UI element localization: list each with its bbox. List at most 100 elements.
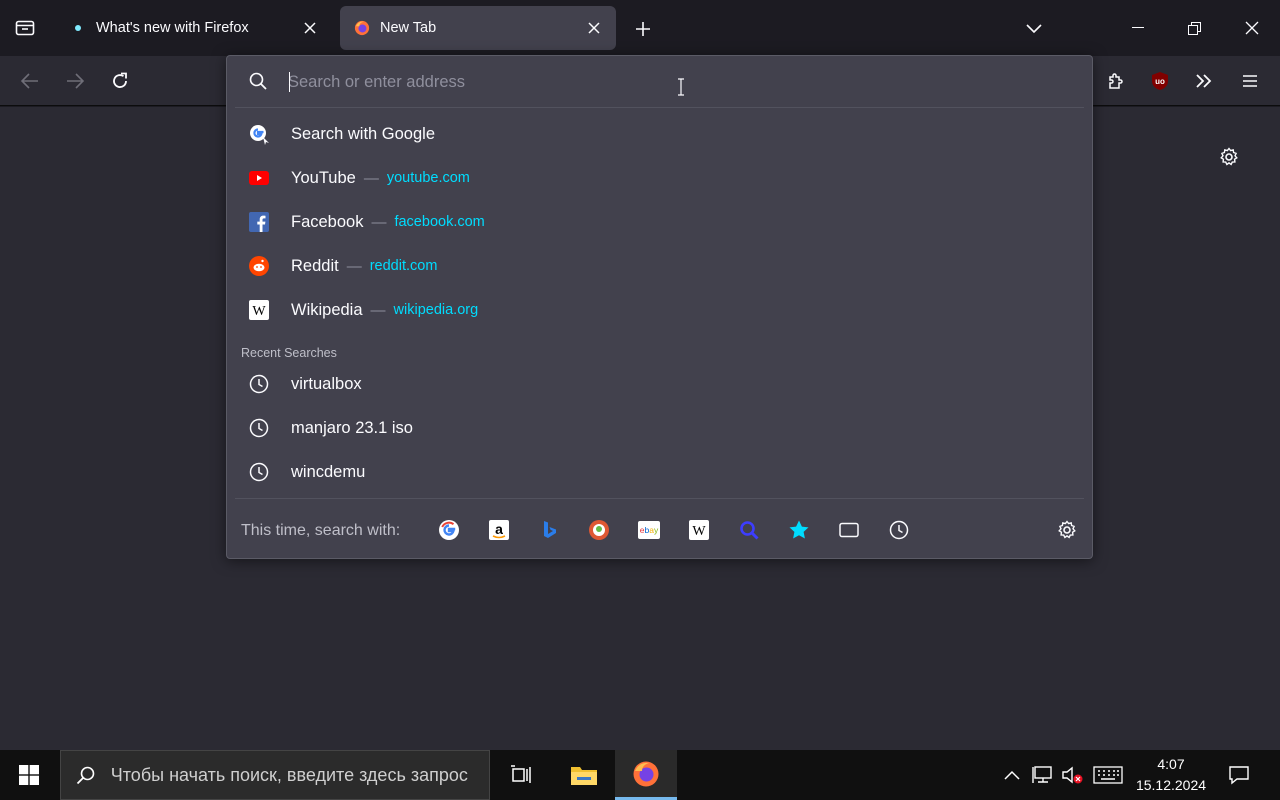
personalize-new-tab-button[interactable] <box>1215 143 1243 171</box>
reddit-icon <box>248 255 270 277</box>
youtube-icon <box>248 167 270 189</box>
tab-title: What's new with Firefox <box>96 20 249 36</box>
close-tab-icon[interactable] <box>580 14 608 42</box>
recent-searches-label: Recent Searches <box>241 346 337 360</box>
text-caret <box>289 72 290 92</box>
overflow-menu-button[interactable] <box>1188 65 1220 97</box>
suggestion-url: facebook.com <box>394 214 485 230</box>
tab-whats-new[interactable]: What's new with Firefox <box>56 6 332 50</box>
dot-icon <box>70 20 86 36</box>
tab-title: New Tab <box>380 20 437 36</box>
suggestion-title: YouTube <box>291 168 356 187</box>
back-button[interactable] <box>14 65 46 97</box>
plus-icon <box>636 22 650 36</box>
system-clock[interactable]: 4:07 15.12.2024 <box>1130 754 1212 798</box>
recent-search-text: virtualbox <box>291 374 362 393</box>
windows-logo-icon <box>19 765 39 785</box>
chevron-down-icon <box>1026 24 1042 34</box>
firefox-view-button[interactable] <box>8 12 42 44</box>
wikipedia-engine-icon[interactable]: W <box>686 517 712 543</box>
urlbar-popup: Search with Google YouTube — youtube.com… <box>226 55 1093 559</box>
bing-engine-icon[interactable] <box>536 517 562 543</box>
file-explorer-button[interactable] <box>553 750 615 800</box>
volume-button[interactable] <box>1060 762 1086 788</box>
suggestion-facebook[interactable]: Facebook — facebook.com <box>235 202 1084 242</box>
recent-search-row[interactable]: wincdemu <box>235 452 1084 492</box>
ublock-icon: uo <box>1152 72 1168 90</box>
network-button[interactable] <box>1030 762 1056 788</box>
firefox-icon <box>633 761 659 786</box>
history-icon[interactable] <box>886 517 912 543</box>
svg-text:uo: uo <box>1155 77 1165 86</box>
suggestion-url: reddit.com <box>369 258 438 274</box>
tab-new-tab[interactable]: New Tab <box>340 6 616 50</box>
firefox-taskbar-button[interactable] <box>615 750 677 800</box>
forward-arrow-icon <box>67 73 84 89</box>
svg-text:a: a <box>495 521 503 537</box>
separator-dash: — <box>371 213 387 231</box>
bookmarks-star-icon[interactable] <box>786 517 812 543</box>
network-icon <box>1032 766 1052 783</box>
minimize-button[interactable] <box>1109 0 1166 56</box>
divider <box>235 498 1084 499</box>
keyboard-icon <box>1093 766 1123 784</box>
search-with-label: This time, search with: <box>241 522 401 539</box>
amazon-engine-icon[interactable]: a <box>486 517 512 543</box>
firefox-view-icon <box>15 20 35 36</box>
tabs-icon[interactable] <box>836 517 862 543</box>
restore-button[interactable] <box>1166 0 1223 56</box>
ublock-origin-button[interactable]: uo <box>1144 65 1176 97</box>
recent-search-text: manjaro 23.1 iso <box>291 418 413 437</box>
action-center-button[interactable] <box>1226 762 1252 788</box>
extensions-button[interactable] <box>1100 65 1132 97</box>
svg-text:W: W <box>252 304 266 319</box>
forward-button[interactable] <box>59 65 91 97</box>
task-view-icon <box>511 765 531 783</box>
close-icon <box>1245 21 1258 35</box>
windows-taskbar: 4:07 15.12.2024 <box>0 750 1280 800</box>
recent-search-row[interactable]: virtualbox <box>235 364 1084 404</box>
tab-bar: What's new with Firefox New Tab <box>0 0 1280 56</box>
new-tab-button[interactable] <box>628 14 658 44</box>
svg-text:ebay: ebay <box>640 525 659 535</box>
recent-search-row[interactable]: manjaro 23.1 iso <box>235 408 1084 448</box>
suggestion-youtube[interactable]: YouTube — youtube.com <box>235 158 1084 198</box>
task-view-button[interactable] <box>490 750 552 800</box>
close-window-button[interactable] <box>1223 0 1280 56</box>
facebook-icon <box>248 211 270 233</box>
urlbar <box>227 56 1092 107</box>
suggestion-wikipedia[interactable]: W Wikipedia — wikipedia.org <box>235 290 1084 330</box>
close-tab-icon[interactable] <box>296 14 324 42</box>
url-input[interactable] <box>288 69 1058 95</box>
notification-icon <box>1229 766 1249 785</box>
reload-icon <box>113 72 127 88</box>
suggestion-label: Search with Google <box>291 124 435 143</box>
touch-keyboard-button[interactable] <box>1092 762 1124 788</box>
suggestion-url: youtube.com <box>386 170 470 186</box>
ebay-engine-icon[interactable]: ebay <box>636 517 662 543</box>
search-engine-magnifier-icon[interactable] <box>736 517 762 543</box>
ibeam-cursor-icon <box>678 78 684 96</box>
back-arrow-icon <box>21 73 38 89</box>
suggestion-url: wikipedia.org <box>393 302 479 318</box>
clock-time: 4:07 <box>1157 756 1185 772</box>
reload-button[interactable] <box>104 65 136 97</box>
wikipedia-icon: W <box>248 299 270 321</box>
folder-icon <box>571 767 597 785</box>
show-hidden-icons-button[interactable] <box>999 762 1025 788</box>
search-with-google-row[interactable]: Search with Google <box>235 114 1084 154</box>
app-menu-button[interactable] <box>1234 65 1266 97</box>
search-settings-gear-icon[interactable] <box>1054 517 1080 543</box>
suggestion-reddit[interactable]: Reddit — reddit.com <box>235 246 1084 286</box>
start-button[interactable] <box>0 750 58 800</box>
minimize-icon <box>1131 27 1144 28</box>
taskbar-search-input[interactable] <box>110 764 489 786</box>
divider <box>235 107 1084 108</box>
gear-icon <box>1220 147 1238 166</box>
duckduckgo-engine-icon[interactable] <box>586 517 612 543</box>
list-all-tabs-button[interactable] <box>1018 14 1050 44</box>
taskbar-search-box[interactable] <box>60 750 490 800</box>
hamburger-icon <box>1243 75 1257 87</box>
history-clock-icon <box>248 417 270 439</box>
google-engine-icon[interactable] <box>436 517 462 543</box>
